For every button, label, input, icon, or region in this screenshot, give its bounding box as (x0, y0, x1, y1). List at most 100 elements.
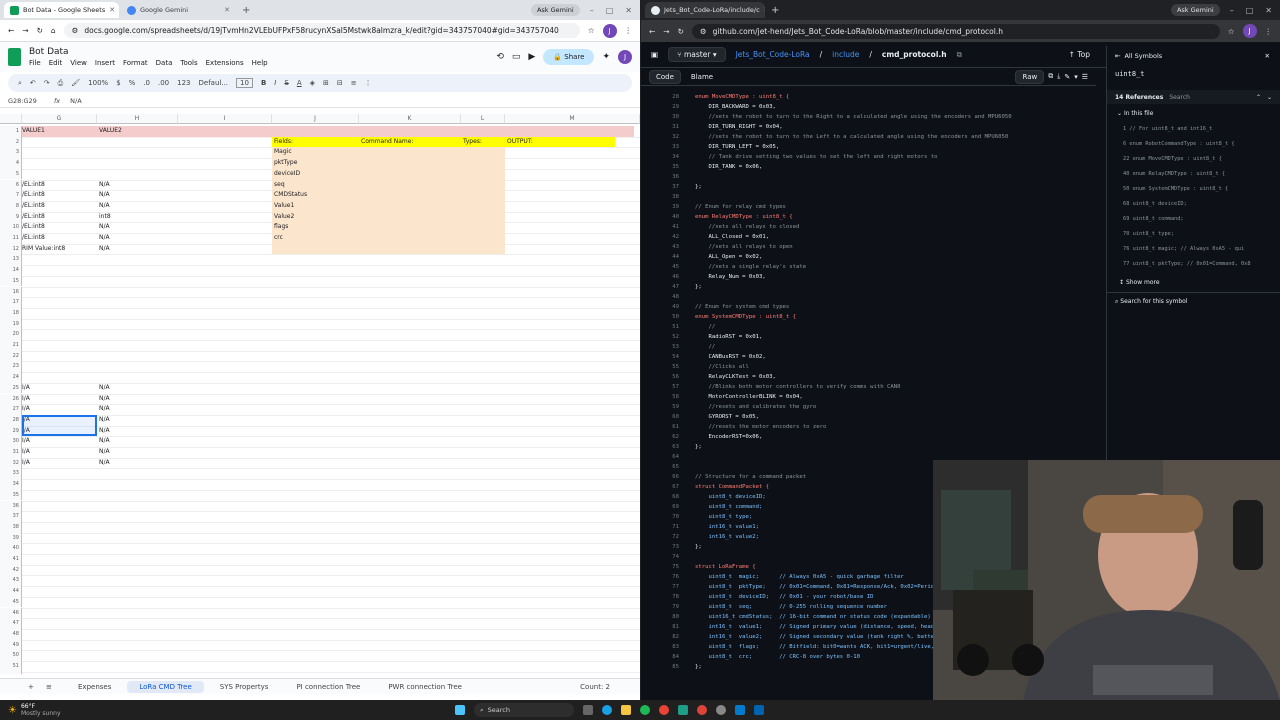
align-icon[interactable]: ≡ (351, 79, 357, 87)
paint-format-icon[interactable]: 🖌 (71, 79, 80, 87)
more-icon[interactable]: ⋮ (365, 79, 372, 87)
weather-widget[interactable]: ☀ 66°F Mostly sunny (0, 703, 61, 717)
merge-icon[interactable]: ⊟ (337, 79, 343, 87)
row-header[interactable]: 13 (0, 254, 22, 266)
line-number[interactable]: 65 (649, 464, 679, 470)
line-number[interactable]: 48 (649, 294, 679, 300)
download-icon[interactable]: ⤓ (1057, 72, 1060, 81)
cell-g[interactable]: /EL:int8 (22, 212, 45, 223)
meet-icon[interactable]: ▶ (528, 52, 535, 62)
menu-help[interactable]: Help (252, 59, 268, 67)
profile-avatar[interactable]: J (602, 23, 617, 38)
undo-icon[interactable]: ↶ (30, 79, 36, 87)
line-number[interactable]: 78 (649, 594, 679, 600)
sheet-tab[interactable]: PWR connection Tree (376, 681, 474, 693)
symbol-reference[interactable]: 68 uint8_t deviceID; (1123, 201, 1187, 207)
code-line[interactable]: uint8_t seq; // 0-255 rolling sequence n… (695, 604, 887, 610)
row-header[interactable]: 46 (0, 607, 22, 619)
home-icon[interactable]: ⌂ (51, 26, 56, 35)
cell-g[interactable]: I/A (22, 383, 30, 394)
row-header[interactable]: 12 (0, 243, 22, 255)
column-header[interactable]: J (272, 114, 359, 124)
line-number[interactable]: 56 (649, 374, 679, 380)
close-icon[interactable]: ✕ (224, 6, 230, 14)
copy-icon[interactable]: ⧉ (1048, 72, 1053, 81)
close-panel-icon[interactable]: ✕ (1265, 52, 1270, 60)
line-number[interactable]: 77 (649, 584, 679, 590)
row-header[interactable]: 28 (0, 414, 22, 426)
field-cell[interactable]: CMDStatus (274, 190, 307, 201)
row-header[interactable]: 26 (0, 393, 22, 405)
bold-icon[interactable]: B (261, 79, 266, 87)
code-line[interactable]: }; (695, 664, 702, 670)
line-number[interactable]: 44 (649, 254, 679, 260)
column-header[interactable]: I (178, 114, 272, 124)
cell-h[interactable]: N/A (99, 404, 110, 415)
code-line[interactable]: int16_t value2; // Signed secondary valu… (695, 634, 934, 640)
zoom-select[interactable]: 100% (88, 79, 108, 87)
menu-view[interactable]: View (70, 59, 87, 67)
menu-data[interactable]: Data (156, 59, 173, 67)
row-header[interactable]: 47 (0, 618, 22, 629)
branch-select[interactable]: ⑂ master ▾ (668, 47, 726, 62)
cell-h[interactable]: N/A (99, 233, 110, 244)
row-header[interactable]: 25 (0, 382, 22, 394)
column-header[interactable]: K (359, 114, 461, 124)
row-header[interactable]: 27 (0, 404, 22, 415)
doc-title[interactable]: Bot Data (29, 47, 268, 57)
bookmark-star-icon[interactable]: ☆ (1228, 27, 1235, 36)
ask-gemini-button[interactable]: Ask Gemini (530, 4, 580, 16)
close-window-icon[interactable]: ✕ (1265, 6, 1272, 15)
code-line[interactable]: uint8_t command; (695, 504, 762, 510)
row-header[interactable]: 9 (0, 211, 22, 223)
row-header[interactable]: 8 (0, 200, 22, 212)
site-info-icon[interactable]: ⚙ (700, 27, 707, 36)
text-color-icon[interactable]: A (297, 79, 302, 87)
field-cell[interactable]: seq (274, 180, 285, 191)
line-number[interactable]: 42 (649, 234, 679, 240)
code-line[interactable]: uint8_t type; (695, 514, 752, 520)
code-line[interactable]: //sets all relays to closed (695, 224, 799, 230)
line-number[interactable]: 37 (649, 184, 679, 190)
menu-tools[interactable]: Tools (180, 59, 197, 67)
references-search[interactable]: Search (1169, 94, 1190, 101)
code-line[interactable]: //sets a single relay's state (695, 264, 806, 270)
row-header[interactable]: 3 (0, 147, 22, 159)
row-header[interactable]: 39 (0, 532, 22, 544)
field-cell[interactable]: crc (274, 233, 283, 244)
close-icon[interactable]: ✕ (109, 6, 115, 14)
line-number[interactable]: 54 (649, 354, 679, 360)
row-header[interactable]: 4 (0, 158, 22, 169)
field-cell[interactable]: Value2 (274, 212, 294, 223)
more-icon[interactable]: ▾ (1074, 73, 1078, 81)
row-header[interactable]: 2 (0, 136, 22, 148)
line-number[interactable]: 60 (649, 414, 679, 420)
line-number[interactable]: 47 (649, 284, 679, 290)
redo-icon[interactable]: ↷ (44, 79, 50, 87)
field-cell[interactable]: deviceID (274, 169, 300, 180)
line-number[interactable]: 71 (649, 524, 679, 530)
close-window-icon[interactable]: ✕ (625, 6, 632, 15)
selection-range[interactable] (22, 414, 97, 437)
row-header[interactable]: 19 (0, 318, 22, 330)
line-number[interactable]: 57 (649, 384, 679, 390)
url-field[interactable]: ⚙ docs.google.com/spreadsheets/d/19jTvmHn… (63, 23, 580, 38)
number-format-button[interactable]: 123 (177, 79, 190, 87)
row-header[interactable]: 14 (0, 265, 22, 276)
taskbar-search[interactable]: ⌕ Search (474, 703, 574, 717)
cell-g[interactable]: /EL:int8 (22, 190, 45, 201)
code-line[interactable]: //sets the robot to turn to the Right to… (695, 114, 1011, 120)
cell-g[interactable]: I/A (22, 447, 30, 458)
line-number[interactable]: 41 (649, 224, 679, 230)
symbol-reference[interactable]: 76 uint8_t magic; // Always 0xA5 - qui (1123, 246, 1244, 252)
fields-header-cell[interactable]: Types: (463, 137, 482, 148)
row-header[interactable]: 50 (0, 650, 22, 661)
chevron-down-icon[interactable]: ⌄ (1267, 94, 1272, 101)
spotify-icon[interactable] (640, 705, 650, 715)
line-number[interactable]: 66 (649, 474, 679, 480)
menu-icon[interactable]: ⋮ (625, 26, 633, 35)
line-number[interactable]: 64 (649, 454, 679, 460)
back-icon[interactable]: ← (649, 27, 655, 36)
tab-github-file[interactable]: Jets_Bot_Code-LoRa/include/c ✕ (645, 2, 765, 18)
chrome-profile-icon[interactable] (697, 705, 707, 715)
